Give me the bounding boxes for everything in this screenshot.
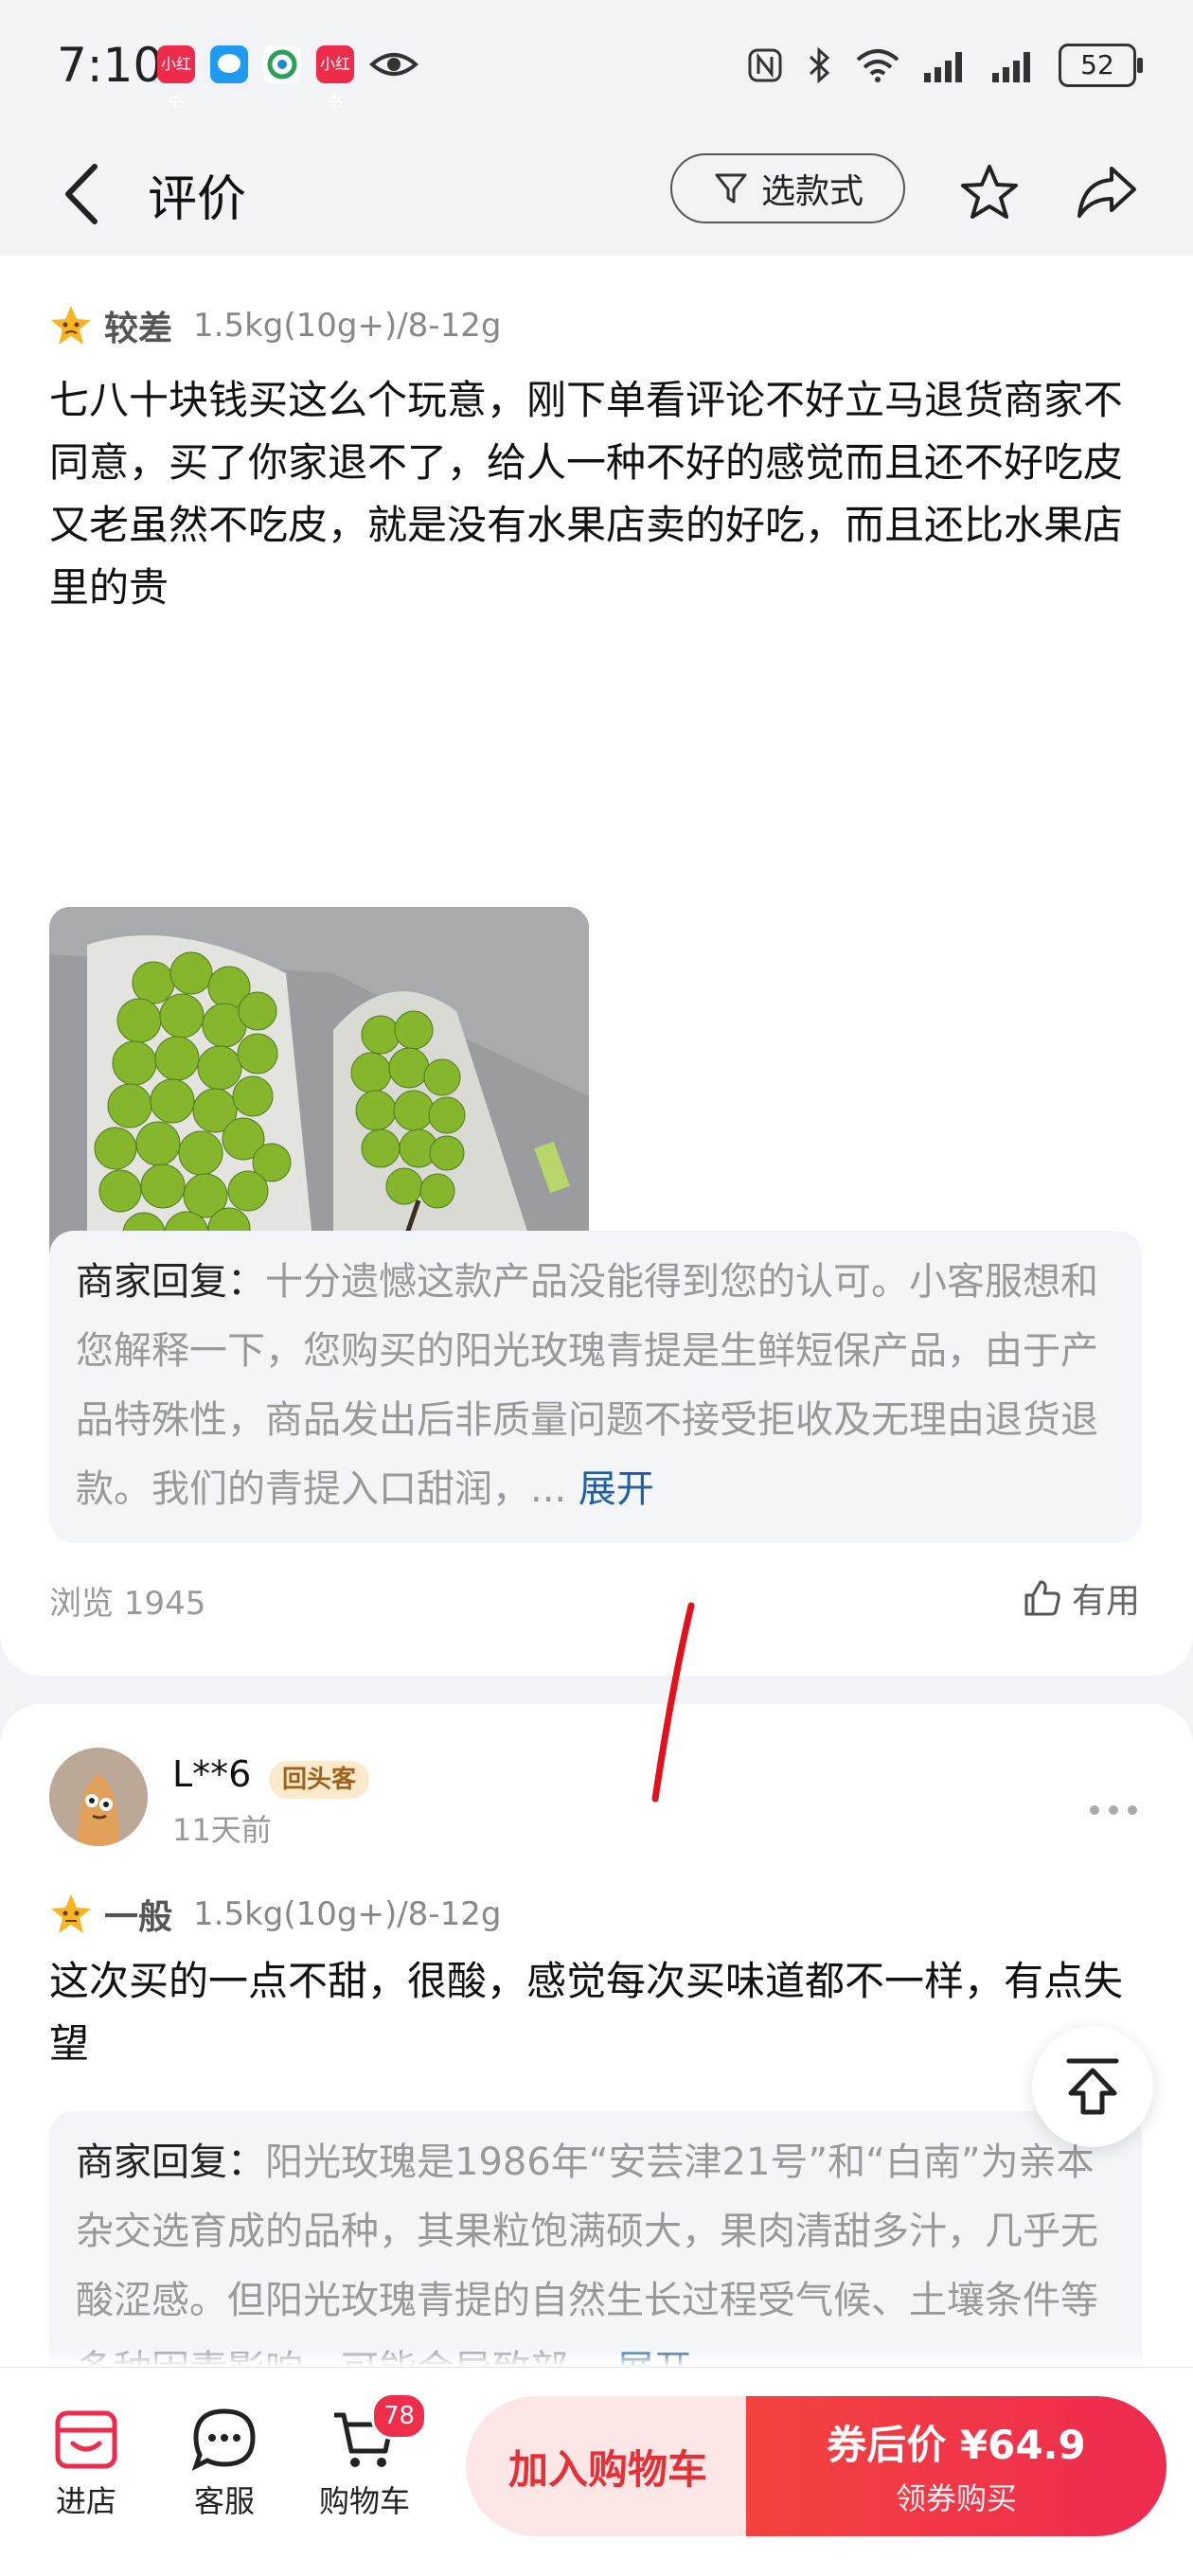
customer-service-tab[interactable]: 客服	[172, 2406, 276, 2521]
review-time: 11天前	[172, 1812, 272, 1848]
share-button[interactable]	[1074, 159, 1140, 225]
buy-with-coupon-button[interactable]: 券后价 ¥64.9 领券购买	[746, 2396, 1166, 2536]
status-bar: 7:10 小红书 小红书 52	[0, 0, 1193, 133]
rating-word: 较差	[104, 310, 173, 348]
cart-label: 购物车	[318, 2483, 410, 2519]
back-button[interactable]	[57, 161, 114, 227]
views-count: 浏览 1945	[49, 1585, 206, 1623]
add-to-cart-button[interactable]: 加入购物车	[466, 2396, 750, 2536]
review-text: 七八十块钱买这么个玩意，刚下单看评论不好立马退货商家不同意，买了你家退不了，给人…	[49, 377, 1124, 611]
useful-label: 有用	[1071, 1582, 1140, 1621]
thumbs-up-icon	[1024, 1580, 1060, 1616]
xiaohongshu-icon-2: 小红书	[316, 45, 354, 111]
nav-bar: 评价 选款式	[0, 133, 1193, 256]
star-icon	[961, 165, 1018, 219]
spec-text-2: 1.5kg(10g+)/8-12g	[193, 1895, 502, 1933]
message-icon	[210, 45, 248, 83]
repeat-customer-badge: 回头客	[269, 1761, 370, 1799]
reply-label: 商家回复：	[76, 1260, 265, 1304]
service-label: 客服	[193, 2483, 255, 2519]
system-icons: 52	[746, 44, 1143, 87]
more-options-button[interactable]	[1087, 1784, 1140, 1827]
fade-mask	[0, 2348, 1193, 2367]
rating-row-2: 一般 1.5kg(10g+)/8-12g	[49, 1890, 501, 1939]
filter-icon	[715, 173, 747, 204]
review-text-2: 这次买的一点不甜，很酸，感觉每次买味道都不一样，有点失望	[49, 1958, 1124, 2067]
rating-word-2: 一般	[104, 1898, 173, 1937]
username: L**6	[172, 1753, 252, 1795]
store-icon	[55, 2410, 117, 2469]
select-style-label: 选款式	[760, 172, 864, 211]
expand-link[interactable]: 展开	[579, 1467, 654, 1511]
wifi-icon	[856, 49, 899, 82]
share-icon	[1077, 167, 1136, 218]
merchant-reply: 商家回复：十分遗憾这款产品没能得到您的认可。小客服想和您解释一下，您购买的阳光玫…	[49, 1231, 1142, 1543]
nfc-icon	[748, 48, 782, 82]
cart-count-badge: 78	[371, 2392, 428, 2440]
chat-bubble-icon	[191, 2408, 256, 2471]
spec-text: 1.5kg(10g+)/8-12g	[193, 307, 502, 345]
store-label: 进店	[55, 2483, 116, 2519]
bottom-action-bar: 进店 客服 78 购物车 加入购物车 券后价 ¥64.9 领券购买	[0, 2367, 1193, 2576]
bluetooth-icon	[809, 46, 830, 84]
signal-icon-2	[992, 52, 1030, 82]
merchant-reply-2: 商家回复：阳光玫瑰是1986年“安芸津21号”和“白南”为亲本杂交选育成的品种，…	[49, 2111, 1142, 2386]
buy-sub-label: 领券购买	[895, 2480, 1017, 2516]
arrow-up-icon	[1066, 2058, 1119, 2115]
avatar[interactable]	[49, 1748, 148, 1846]
back-to-top-button[interactable]	[1032, 2026, 1153, 2147]
eye-icon	[368, 45, 419, 83]
notification-icons: 小红书 小红书	[157, 45, 419, 111]
page-title: 评价	[148, 171, 247, 228]
useful-button[interactable]: 有用	[1023, 1573, 1140, 1623]
average-rating-emoji-icon	[51, 1894, 91, 1933]
cart-tab[interactable]: 78 购物车	[312, 2392, 428, 2521]
avatar-image	[49, 1748, 148, 1846]
china-mobile-icon	[263, 45, 301, 83]
favorite-button[interactable]	[956, 159, 1023, 225]
coupon-price: 券后价 ¥64.9	[827, 2422, 1086, 2468]
review-card: 较差 1.5kg(10g+)/8-12g 七八十块钱买这么个玩意，刚下单看评论不…	[0, 256, 1193, 1676]
status-time: 7:10	[57, 38, 164, 93]
more-dots-icon	[1090, 1805, 1137, 1815]
battery-indicator: 52	[1059, 44, 1143, 87]
reply-label-2: 商家回复：	[76, 2141, 265, 2184]
poor-rating-emoji-icon	[51, 306, 91, 345]
signal-icon-1	[924, 52, 962, 82]
xiaohongshu-icon: 小红书	[157, 45, 195, 111]
rating-row: 较差 1.5kg(10g+)/8-12g	[49, 301, 501, 350]
select-style-button[interactable]: 选款式	[670, 153, 905, 223]
chevron-left-icon	[65, 164, 98, 224]
store-tab[interactable]: 进店	[34, 2406, 138, 2521]
